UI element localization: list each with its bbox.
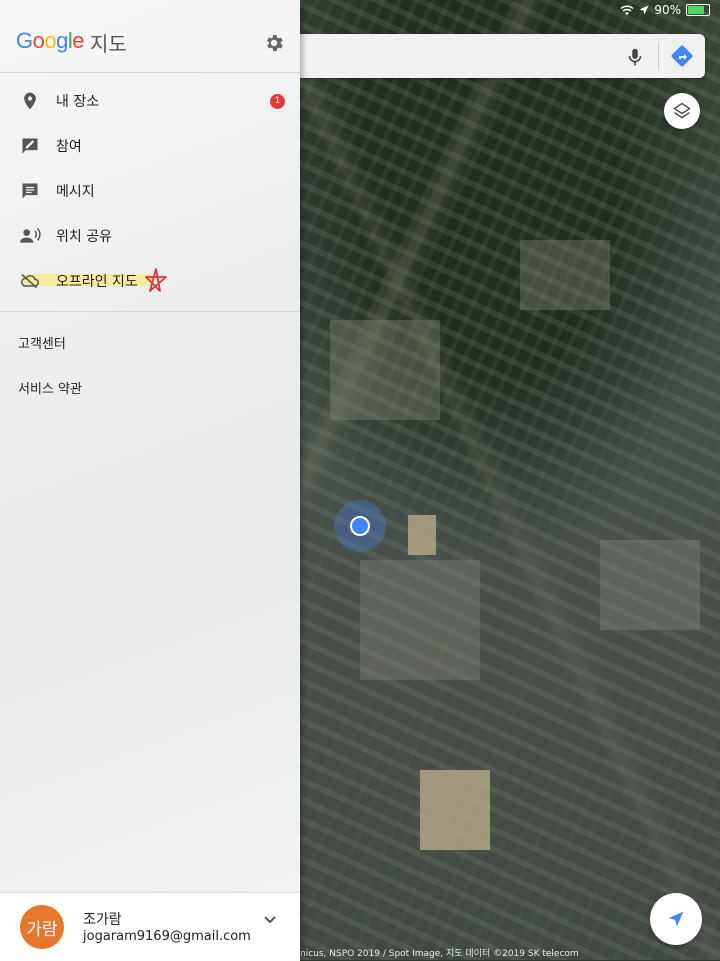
search-bar[interactable]	[300, 34, 705, 78]
map-building-block	[360, 560, 480, 680]
gear-icon[interactable]	[263, 32, 285, 54]
menu-item-contribute[interactable]: 참여	[0, 124, 300, 168]
logo-letter: g	[56, 28, 68, 53]
battery-icon	[686, 4, 710, 16]
menu-item-location-sharing[interactable]: 위치 공유	[0, 214, 300, 258]
logo-letter: o	[32, 28, 45, 53]
logo-letter: o	[44, 28, 57, 53]
logo-letter: e	[72, 28, 85, 53]
map-sports-field	[408, 515, 436, 555]
account-email: jogaram9169@gmail.com	[83, 929, 251, 944]
avatar[interactable]: 가람	[20, 905, 64, 949]
location-arrow-icon	[639, 5, 649, 15]
google-logo: Google	[16, 28, 85, 54]
wifi-icon	[620, 5, 634, 15]
menu-item-label: 위치 공유	[56, 229, 112, 245]
drawer-header: Google 지도	[0, 0, 300, 73]
logo-letter: G	[16, 28, 33, 53]
pin-icon	[18, 89, 42, 113]
menu-item-label: 메시지	[56, 184, 95, 200]
microphone-icon[interactable]	[624, 46, 646, 68]
battery-percentage: 90%	[654, 3, 681, 17]
battery-level	[688, 6, 705, 14]
menu-item-label: 오프라인 지도	[56, 274, 138, 290]
navigation-drawer: Google 지도 내 장소 1 참여 메시지 위치 공유 오프라인 지도 고객…	[0, 0, 300, 961]
app-title: 지도	[90, 32, 127, 56]
offline-cloud-icon	[18, 269, 42, 293]
layers-icon	[673, 102, 691, 119]
map-copyright: nicus, NSPO 2019 / Spot Image, 지도 데이터 ©2…	[300, 949, 579, 959]
message-icon	[18, 179, 42, 203]
terms-of-service-link[interactable]: 서비스 약관	[18, 378, 82, 397]
account-name: 조가람	[83, 912, 122, 928]
directions-icon[interactable]	[670, 44, 694, 68]
menu-item-messages[interactable]: 메시지	[0, 169, 300, 213]
status-bar: 90%	[620, 0, 720, 20]
search-divider	[658, 42, 659, 70]
my-location-button[interactable]	[650, 893, 702, 945]
navigation-arrow-icon	[668, 911, 684, 927]
chevron-down-icon[interactable]	[262, 911, 278, 927]
map-building-block	[600, 540, 700, 630]
map-building-block	[330, 320, 440, 420]
menu-item-my-places[interactable]: 내 장소 1	[0, 79, 300, 123]
star-doodle-icon	[145, 268, 167, 292]
layers-button[interactable]	[664, 93, 700, 129]
help-center-link[interactable]: 고객센터	[18, 333, 66, 352]
map-sports-field	[420, 770, 490, 850]
menu-item-offline-maps[interactable]: 오프라인 지도	[0, 259, 300, 303]
menu-item-label: 참여	[56, 139, 82, 155]
contribute-icon	[18, 134, 42, 158]
map-building-block	[520, 240, 610, 310]
notification-badge: 1	[270, 93, 285, 109]
drawer-divider	[0, 311, 300, 312]
menu-item-label: 내 장소	[56, 94, 100, 110]
current-location-marker	[334, 500, 386, 552]
account-switcher[interactable]: 가람 조가람 jogaram9169@gmail.com	[0, 892, 300, 961]
location-sharing-icon	[18, 224, 42, 248]
